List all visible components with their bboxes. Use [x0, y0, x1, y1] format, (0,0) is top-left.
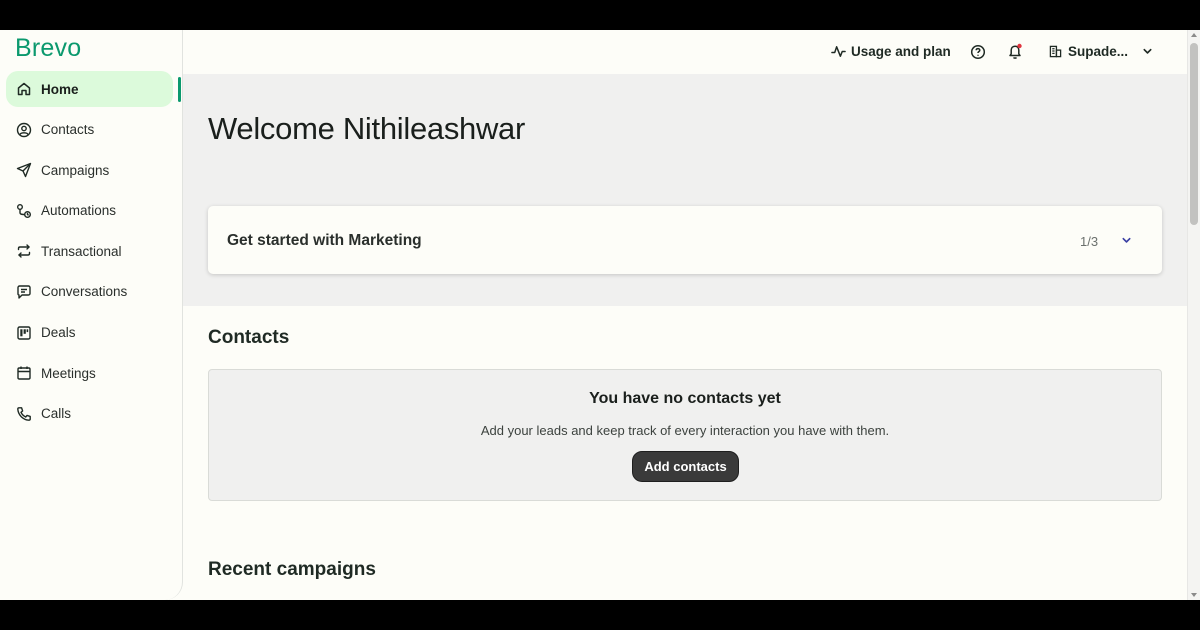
chevron-down-icon[interactable]	[1121, 235, 1132, 246]
arrows-swap-icon	[17, 244, 31, 259]
empty-state-title: You have no contacts yet	[589, 390, 781, 407]
notification-dot	[1017, 43, 1022, 49]
sidebar-item-automations[interactable]: Automations	[6, 193, 173, 229]
phone-icon	[17, 406, 31, 421]
sidebar-item-campaigns[interactable]: Campaigns	[6, 152, 173, 188]
kanban-icon	[17, 325, 31, 340]
sidebar-item-deals[interactable]: Deals	[6, 315, 173, 351]
sidebar-item-home[interactable]: Home	[6, 71, 173, 107]
sidebar-item-label: Contacts	[41, 122, 95, 138]
sidebar-item-label: Calls	[41, 406, 72, 422]
sidebar-nav: Home Contacts Campaigns Automations Tran…	[6, 71, 173, 436]
sidebar-item-label: Home	[41, 81, 79, 97]
help-icon[interactable]	[970, 44, 986, 60]
main-content: Welcome Nithileashwar Get started with M…	[183, 74, 1187, 600]
app-window: Brevo Home Contacts Campaigns Automation…	[0, 30, 1200, 600]
get-started-title: Get started with Marketing	[227, 232, 422, 249]
sidebar-active-indicator	[178, 77, 181, 102]
contacts-empty-state: You have no contacts yet Add your leads …	[208, 369, 1162, 501]
chat-icon	[17, 285, 31, 299]
add-contacts-button[interactable]: Add contacts	[632, 451, 739, 482]
empty-state-subtitle: Add your leads and keep track of every i…	[480, 423, 890, 438]
recent-campaigns-section-title: Recent campaigns	[208, 559, 376, 580]
get-started-card[interactable]: Get started with Marketing 1/3	[208, 206, 1162, 274]
page-scrollbar[interactable]	[1187, 30, 1200, 600]
sidebar-item-label: Campaigns	[41, 162, 110, 178]
automations-icon	[17, 203, 31, 218]
sidebar-item-contacts[interactable]: Contacts	[6, 112, 173, 148]
sidebar-item-calls[interactable]: Calls	[6, 396, 173, 432]
calendar-icon	[17, 366, 31, 380]
sidebar-item-transactional[interactable]: Transactional	[6, 233, 173, 269]
sidebar-item-label: Automations	[41, 203, 117, 219]
activity-icon	[831, 46, 846, 57]
usage-and-plan-label: Usage and plan	[851, 44, 951, 59]
sidebar: Brevo Home Contacts Campaigns Automation…	[0, 30, 183, 600]
get-started-progress: 1/3	[1080, 234, 1099, 249]
sidebar-item-label: Conversations	[41, 284, 128, 300]
contacts-icon	[16, 122, 32, 137]
scroll-up-arrow[interactable]	[1191, 33, 1197, 37]
sidebar-item-label: Transactional	[41, 243, 122, 259]
bell-icon[interactable]	[1007, 43, 1023, 60]
brevo-logo[interactable]: Brevo	[15, 34, 81, 63]
building-icon	[1049, 45, 1062, 58]
top-bar: Usage and plan Supade...	[183, 30, 1187, 74]
organization-switcher[interactable]: Supade...	[1049, 44, 1153, 59]
sidebar-item-meetings[interactable]: Meetings	[6, 355, 173, 391]
scroll-down-arrow[interactable]	[1191, 593, 1197, 597]
welcome-section: Welcome Nithileashwar Get started with M…	[183, 74, 1187, 306]
scrollbar-thumb[interactable]	[1190, 43, 1198, 225]
sidebar-item-label: Meetings	[41, 365, 96, 381]
usage-and-plan-button[interactable]: Usage and plan	[831, 44, 951, 59]
sidebar-item-conversations[interactable]: Conversations	[6, 274, 173, 310]
chevron-down-icon	[1143, 48, 1152, 54]
sidebar-item-label: Deals	[41, 325, 76, 341]
send-icon	[16, 162, 32, 178]
page-title: Welcome Nithileashwar	[208, 111, 526, 146]
home-icon	[17, 82, 31, 96]
organization-name: Supade...	[1068, 44, 1129, 59]
contacts-section-title: Contacts	[208, 327, 290, 348]
